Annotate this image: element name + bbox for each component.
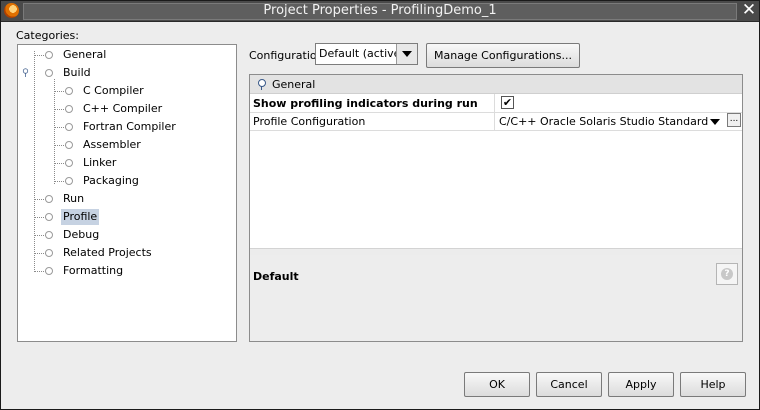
ok-button[interactable]: OK [464,372,530,397]
profile-configuration-value: C/C++ Oracle Solaris Studio Standard [499,115,709,128]
help-icon[interactable]: ? [716,263,738,285]
section-header-general[interactable]: General [250,75,742,94]
ellipsis-button[interactable]: ... [727,113,741,127]
tree-item-label: Packaging [83,174,139,187]
configuration-dropdown[interactable]: Default (active) [315,43,418,65]
tree-item-label: Debug [63,228,100,241]
tree-item-label: Linker [83,156,117,169]
property-value-cell[interactable]: ✔ [494,94,743,112]
node-bullet-icon [45,249,53,257]
node-bullet-icon [65,87,73,95]
node-bullet-icon [45,231,53,239]
tree-item-label: Related Projects [63,246,152,259]
tree-item-label: General [63,48,107,61]
property-value-cell[interactable]: C/C++ Oracle Solaris Studio Standard ... [494,112,743,130]
node-bullet-icon [65,177,73,185]
description-panel: Default ? [250,255,742,341]
dropdown-arrow-icon[interactable] [710,119,720,125]
tree-item-label: C Compiler [83,84,144,97]
node-bullet-icon [45,195,53,203]
node-bullet-icon [65,123,73,131]
help-glyph: ? [721,268,733,280]
collapse-toggle-icon[interactable] [21,68,30,77]
node-bullet-icon [65,159,73,167]
close-icon[interactable]: ✕ [740,0,758,20]
property-row-profile-configuration[interactable]: Profile Configuration C/C++ Oracle Solar… [250,112,742,131]
tree-item-label: Build [63,66,91,79]
section-title: General [272,78,316,91]
tree-build-connector [54,79,55,184]
dropdown-arrow-icon[interactable] [396,44,417,64]
show-indicators-checkbox[interactable]: ✔ [501,96,514,109]
property-name: Show profiling indicators during run [253,97,478,110]
title-bar[interactable]: Project Properties - ProfilingDemo_1 ✕ [1,0,759,22]
description-title: Default [253,270,299,283]
tree-root-connector [34,51,35,272]
expand-pin-icon [258,79,266,87]
tree-item-label: Profile [61,209,100,225]
tree-item-label: Assembler [83,138,141,151]
manage-configurations-button[interactable]: Manage Configurations... [426,43,580,68]
project-properties-dialog: Project Properties - ProfilingDemo_1 ✕ C… [0,0,760,410]
node-bullet-icon [65,105,73,113]
node-bullet-icon [65,141,73,149]
tree-item-label: Fortran Compiler [83,120,176,133]
apply-button[interactable]: Apply [608,372,674,397]
tree-item-label: C++ Compiler [83,102,163,115]
expand-pin-stem [261,86,262,90]
configuration-value: Default (active) [319,47,405,60]
node-bullet-icon [45,69,53,77]
window-title: Project Properties - ProfilingDemo_1 [263,3,497,18]
node-bullet-icon [45,51,53,59]
tree-item-label: Formatting [63,264,124,277]
property-name: Profile Configuration [253,115,366,128]
help-button[interactable]: Help [680,372,746,397]
node-bullet-icon [45,213,53,221]
cancel-button[interactable]: Cancel [536,372,602,397]
categories-tree[interactable]: General Build C Compiler C++ Compiler Fo… [17,44,237,342]
categories-label: Categories: [16,29,79,42]
node-bullet-icon [45,267,53,275]
property-sheet: General Show profiling indicators during… [249,74,743,342]
tree-item-label: Run [63,192,85,205]
property-row-show-indicators[interactable]: Show profiling indicators during run ✔ [250,94,742,113]
